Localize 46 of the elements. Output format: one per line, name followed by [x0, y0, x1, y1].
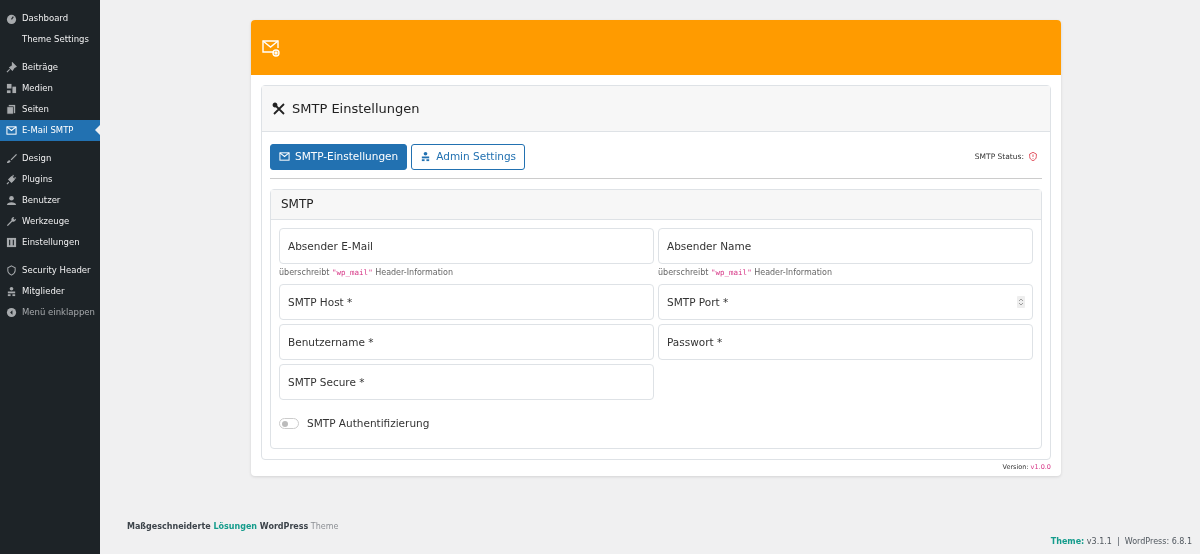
toggle-label: SMTP Authentifizierung: [307, 415, 430, 431]
section-title: SMTP: [281, 196, 314, 214]
shield-icon: [6, 265, 17, 276]
collapse-icon: [6, 307, 17, 318]
tab[interactable]: SMTP-Einstellungen: [270, 144, 408, 170]
input-field[interactable]: SMTP Port *: [658, 283, 1033, 320]
spinner-icon[interactable]: [1017, 295, 1025, 308]
pin-icon: [6, 62, 17, 73]
sliders-icon: [6, 237, 17, 248]
sidebar-item[interactable]: Design: [0, 148, 100, 169]
sidebar-item[interactable]: Beiträge: [0, 57, 100, 78]
version-info: Theme: v3.1.1 | WordPress: 6.8.1: [1050, 536, 1192, 548]
sidebar-item[interactable]: Medien: [0, 78, 100, 99]
sidebar-item[interactable]: Dashboard: [0, 8, 100, 29]
tab[interactable]: Admin Settings: [411, 144, 526, 170]
mail-icon: [6, 125, 17, 136]
sidebar-item[interactable]: Benutzer: [0, 190, 100, 211]
input-field[interactable]: Benutzername *: [279, 323, 654, 360]
pages-icon: [6, 104, 17, 115]
input-field[interactable]: Absender Name: [658, 227, 1033, 264]
sidebar-item[interactable]: Werkzeuge: [0, 211, 100, 232]
input-field[interactable]: Absender E-Mail: [279, 227, 654, 264]
sidebar-item[interactable]: Seiten: [0, 99, 100, 120]
user-icon: [6, 195, 17, 206]
toggle-switch[interactable]: [279, 418, 299, 430]
input-field[interactable]: SMTP Secure *: [279, 363, 654, 400]
mail-icon: [279, 151, 290, 163]
sidebar-item[interactable]: Einstellungen: [0, 232, 100, 253]
card-title: SMTP Einstellungen: [292, 99, 420, 118]
media-icon: [6, 83, 17, 94]
sidebar-item[interactable]: E-Mail SMTP: [0, 120, 100, 141]
input-field[interactable]: SMTP Host *: [279, 283, 654, 320]
people-icon: [420, 151, 432, 163]
sidebar-item[interactable]: Security Header: [0, 260, 100, 281]
sidebar-item[interactable]: Theme Settings: [0, 29, 100, 50]
tools-icon: [272, 101, 286, 116]
brush-icon: [6, 153, 17, 164]
sidebar-item[interactable]: Mitglieder: [0, 281, 100, 302]
people-icon: [6, 286, 17, 297]
wrench-icon: [6, 216, 17, 227]
dashboard-icon: [6, 13, 17, 24]
plug-icon: [6, 174, 17, 185]
input-field[interactable]: Passwort *: [658, 323, 1033, 360]
footer-text: Maßgeschneiderte Lösungen WordPress Theme: [127, 521, 339, 533]
sidebar-item[interactable]: Plugins: [0, 169, 100, 190]
mail-icon: [261, 38, 281, 57]
